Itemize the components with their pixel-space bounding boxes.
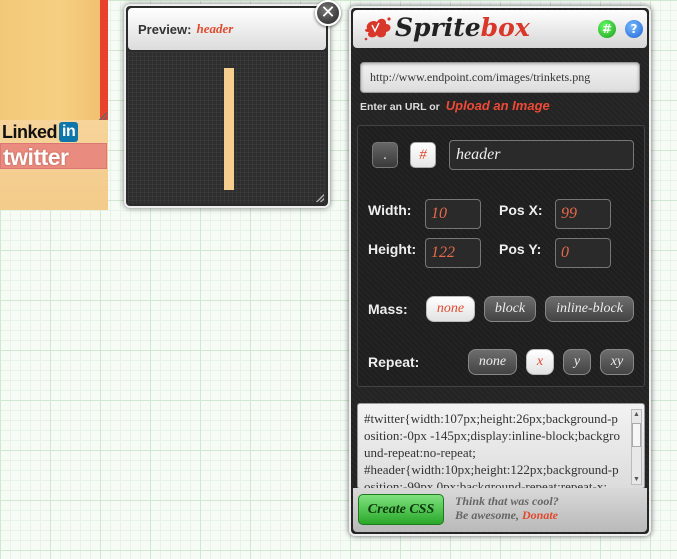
url-hint-text: Enter an URL or bbox=[360, 101, 440, 113]
repeat-none-button[interactable]: none bbox=[468, 349, 517, 375]
sprite-properties: . # header Width: 10 Pos X: 99 Height: 1… bbox=[357, 125, 645, 387]
mass-none-button[interactable]: none bbox=[426, 296, 475, 322]
repeat-y-button[interactable]: y bbox=[563, 349, 591, 375]
scroll-down-icon[interactable]: ▼ bbox=[632, 475, 641, 484]
id-selector-button[interactable]: # bbox=[410, 142, 436, 168]
preview-label: Preview: bbox=[138, 21, 192, 37]
scroll-up-icon[interactable]: ▲ bbox=[632, 410, 641, 419]
pos-y-label: Pos Y: bbox=[499, 241, 542, 257]
help-icon[interactable]: ? bbox=[625, 20, 643, 38]
pos-x-input[interactable]: 99 bbox=[555, 199, 611, 229]
image-url-input[interactable]: http://www.endpoint.com/images/trinkets.… bbox=[360, 62, 640, 93]
promo-line-1: Think that was cool? bbox=[455, 494, 559, 508]
width-label: Width: bbox=[368, 202, 412, 218]
sprite-sheet: Linked in twitter bbox=[0, 0, 108, 210]
twitter-text: twitter bbox=[3, 144, 69, 170]
spritebox-logo-text: Spritebox bbox=[395, 13, 530, 42]
upload-image-link[interactable]: Upload an Image bbox=[446, 98, 550, 113]
close-preview-button[interactable]: ✕ bbox=[315, 0, 341, 26]
preview-resize-icon[interactable] bbox=[316, 194, 324, 202]
repeat-label: Repeat: bbox=[368, 354, 420, 370]
class-selector-button[interactable]: . bbox=[372, 142, 398, 168]
spritebox-logo: Spritebox bbox=[363, 13, 530, 42]
linkedin-in-box: in bbox=[59, 122, 79, 142]
mass-block-button[interactable]: block bbox=[484, 296, 536, 322]
mass-inline-block-button[interactable]: inline-block bbox=[545, 296, 634, 322]
preview-selector-name: header bbox=[196, 21, 234, 36]
css-output-scrollbar[interactable]: ▲ ▼ bbox=[631, 409, 642, 485]
resize-grip-icon[interactable] bbox=[99, 112, 107, 120]
create-css-button[interactable]: Create CSS bbox=[358, 494, 444, 525]
repeat-xy-button[interactable]: xy bbox=[600, 349, 634, 375]
splat-logo-icon bbox=[364, 16, 391, 40]
twitter-sprite[interactable]: twitter bbox=[0, 143, 107, 170]
promo-line-2: Be awesome, Donate bbox=[455, 508, 558, 522]
css-output-textarea[interactable]: #twitter{width:107px;height:26px;backgro… bbox=[357, 403, 645, 489]
mass-label: Mass: bbox=[368, 301, 408, 317]
scroll-thumb[interactable] bbox=[632, 423, 641, 447]
url-hint-row: Enter an URL or Upload an Image bbox=[360, 98, 550, 113]
css-output-text: #twitter{width:107px;height:26px;backgro… bbox=[364, 411, 620, 489]
pos-y-input[interactable]: 0 bbox=[555, 238, 611, 268]
spritebox-panel: Spritebox # ? http://www.endpoint.com/im… bbox=[349, 6, 651, 536]
pos-x-label: Pos X: bbox=[499, 202, 543, 218]
linkedin-text: Linked bbox=[2, 121, 58, 142]
preview-canvas bbox=[128, 52, 326, 204]
spritebox-footer: Create CSS Think that was cool? Be aweso… bbox=[353, 488, 647, 532]
selector-name-input[interactable]: header bbox=[449, 140, 634, 170]
width-input[interactable]: 10 bbox=[425, 199, 481, 229]
sprite-orange-block[interactable] bbox=[0, 0, 108, 120]
preview-window: Preview: header bbox=[124, 4, 330, 208]
linkedin-sprite[interactable]: Linked in bbox=[2, 121, 79, 143]
height-label: Height: bbox=[368, 241, 417, 257]
grid-toggle-icon[interactable]: # bbox=[598, 20, 616, 38]
spritebox-header: Spritebox # ? bbox=[353, 10, 647, 48]
repeat-x-button[interactable]: x bbox=[526, 349, 554, 375]
preview-header: Preview: header bbox=[128, 8, 326, 50]
height-input[interactable]: 122 bbox=[425, 238, 481, 268]
preview-sprite bbox=[224, 68, 234, 190]
donate-link[interactable]: Donate bbox=[522, 508, 558, 522]
donate-promo: Think that was cool? Be awesome, Donate bbox=[455, 494, 559, 522]
